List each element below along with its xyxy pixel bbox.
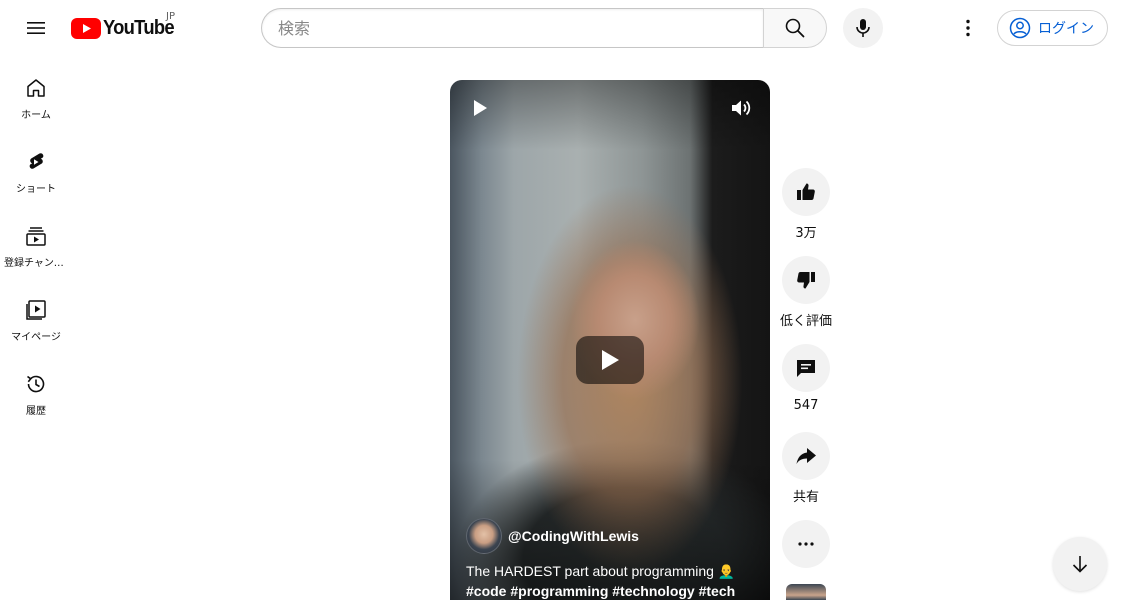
share-label: 共有	[792, 490, 819, 505]
sidebar-item-history[interactable]: 履歴	[4, 352, 68, 426]
comment-count: 547	[793, 398, 819, 413]
sidebar-item-shorts[interactable]: ショート	[4, 130, 68, 204]
comments-button[interactable]	[782, 344, 830, 392]
dislike-action: 低く評価	[780, 256, 833, 329]
like-count: 3万	[795, 226, 817, 241]
country-code: JP	[166, 11, 175, 22]
youtube-play-logo-icon	[71, 17, 101, 39]
subscriptions-icon	[26, 227, 46, 246]
more-horizontal-icon	[798, 542, 814, 546]
play-icon	[602, 350, 619, 370]
channel-info: @CodingWithLewis	[466, 518, 639, 554]
logo-wordmark: YouTube	[103, 16, 175, 39]
comment-icon	[797, 360, 815, 377]
channel-handle[interactable]: @CodingWithLewis	[508, 528, 639, 544]
masthead: YouTube JP ログイン	[0, 0, 1124, 56]
short-video-player[interactable]: @CodingWithLewis The HARDEST part about …	[450, 80, 770, 600]
sidebar-item-home[interactable]: ホーム	[4, 56, 68, 130]
sidebar-item-library[interactable]: マイページ	[4, 278, 68, 352]
sidebar-item-label: ショート	[16, 184, 56, 195]
search-box	[261, 8, 827, 48]
share-arrow-icon	[796, 448, 816, 464]
microphone-icon	[856, 19, 870, 37]
dislike-label: 低く評価	[780, 314, 833, 329]
shorts-icon	[29, 153, 44, 169]
caption-title: The HARDEST part about programming 👨‍🦲	[466, 563, 736, 579]
play-icon	[474, 100, 487, 116]
play-pause-button[interactable]	[468, 96, 492, 120]
volume-icon	[732, 100, 751, 116]
search-button[interactable]	[763, 8, 827, 48]
search-icon	[785, 18, 805, 38]
home-icon	[27, 79, 45, 97]
search-input[interactable]	[261, 8, 763, 48]
center-play-button[interactable]	[576, 336, 644, 384]
arrow-down-icon	[1072, 556, 1088, 573]
more-actions	[782, 520, 830, 568]
thumbs-down-icon	[797, 272, 815, 289]
dislike-button[interactable]	[782, 256, 830, 304]
share-button[interactable]	[782, 432, 830, 480]
account-circle-icon	[1009, 17, 1031, 39]
hamburger-icon	[27, 22, 45, 34]
caption-hashtags[interactable]: #code #programming #technology #tech	[466, 581, 756, 600]
audio-source-thumbnail[interactable]	[786, 584, 826, 600]
sidebar-item-label: ホーム	[21, 110, 51, 121]
guide-menu-button[interactable]	[16, 8, 56, 48]
sidebar-item-label: マイページ	[11, 332, 61, 343]
comments-action: 547	[782, 344, 830, 413]
history-icon	[27, 375, 45, 393]
youtube-logo[interactable]: YouTube	[71, 13, 180, 43]
settings-more-button[interactable]	[948, 8, 988, 48]
sidebar-item-label: 履歴	[26, 406, 46, 417]
mute-button[interactable]	[729, 96, 753, 120]
like-button[interactable]	[782, 168, 830, 216]
login-label: ログイン	[1038, 21, 1094, 37]
more-actions-button[interactable]	[782, 520, 830, 568]
video-top-shade	[450, 80, 770, 150]
login-button[interactable]: ログイン	[997, 10, 1108, 46]
channel-avatar[interactable]	[466, 518, 502, 554]
voice-search-button[interactable]	[843, 8, 883, 48]
library-icon	[26, 300, 46, 320]
next-short-button[interactable]	[1053, 537, 1107, 591]
sidebar-item-label: 登録チャンネル	[4, 258, 68, 269]
video-caption: The HARDEST part about programming 👨‍🦲 #…	[466, 561, 756, 600]
share-action: 共有	[782, 432, 830, 505]
sidebar-item-subscriptions[interactable]: 登録チャンネル	[4, 204, 68, 278]
like-action: 3万	[782, 168, 830, 241]
thumbs-up-icon	[797, 183, 815, 200]
more-vertical-icon	[966, 19, 970, 37]
